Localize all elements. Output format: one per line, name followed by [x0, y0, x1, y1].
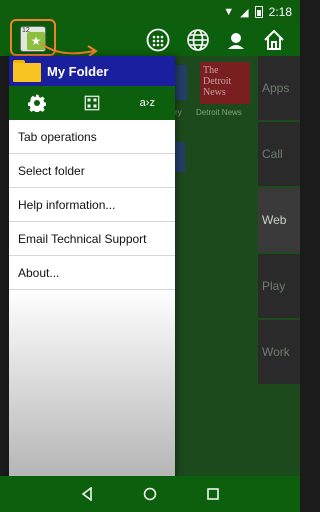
- background-tile: [175, 65, 187, 100]
- menu-item-label: Tab operations: [18, 129, 97, 144]
- sort-az-label: a›z: [139, 97, 155, 109]
- globe-icon[interactable]: [184, 26, 212, 54]
- status-time: 2:18: [268, 5, 292, 19]
- back-icon[interactable]: [72, 479, 102, 509]
- side-tab-apps[interactable]: Apps: [258, 56, 300, 120]
- side-tabs: Apps Call Web Play Work: [258, 56, 300, 476]
- side-tab-label: Web: [262, 213, 287, 227]
- side-tab-label: Play: [262, 279, 286, 293]
- apps-grid-icon[interactable]: [144, 26, 172, 54]
- menu-item-label: Help information...: [18, 197, 116, 212]
- background-tile: [175, 142, 185, 172]
- side-tab-label: Work: [262, 345, 290, 359]
- side-tab-work[interactable]: Work: [258, 320, 300, 384]
- tile-label-partial: ry: [175, 108, 182, 117]
- system-nav-bar: [0, 476, 300, 512]
- side-tab-web[interactable]: Web: [258, 188, 300, 252]
- menu-item-select-folder[interactable]: Select folder: [9, 154, 175, 188]
- signal-icon: ◢: [240, 6, 249, 19]
- side-tab-label: Apps: [262, 81, 290, 95]
- recents-icon[interactable]: [198, 479, 228, 509]
- side-tab-play[interactable]: Play: [258, 254, 300, 318]
- detroit-news-label: Detroit News: [196, 108, 242, 117]
- sort-az-icon[interactable]: a›z: [135, 91, 159, 115]
- menu-item-label: About...: [18, 265, 60, 280]
- navigation-drawer: My Folder a›z Tab operations Select fold…: [9, 56, 175, 480]
- menu-item-tab-operations[interactable]: Tab operations: [9, 120, 175, 154]
- home-icon[interactable]: [260, 26, 288, 54]
- drawer-title: My Folder: [47, 63, 109, 79]
- detroit-news-tile: The Detroit News: [200, 62, 250, 104]
- menu-item-label: Email Technical Support: [18, 231, 147, 246]
- side-tab-label: Call: [262, 147, 283, 161]
- menu-item-label: Select folder: [18, 163, 85, 178]
- folder-icon: [13, 60, 41, 82]
- menu-item-email-support[interactable]: Email Technical Support: [9, 222, 175, 256]
- side-tab-call[interactable]: Call: [258, 122, 300, 186]
- drawer-toolbar: a›z: [9, 86, 175, 120]
- drawer-header: My Folder: [9, 56, 175, 86]
- home-circle-icon[interactable]: [135, 479, 165, 509]
- battery-icon: [254, 6, 263, 18]
- settings-icon[interactable]: [25, 91, 49, 115]
- wifi-icon: ▼: [223, 6, 235, 18]
- grid-view-icon[interactable]: [80, 91, 104, 115]
- drawer-menu: Tab operations Select folder Help inform…: [9, 120, 175, 290]
- user-icon[interactable]: [222, 26, 250, 54]
- menu-item-about[interactable]: About...: [9, 256, 175, 290]
- menu-item-help-information[interactable]: Help information...: [9, 188, 175, 222]
